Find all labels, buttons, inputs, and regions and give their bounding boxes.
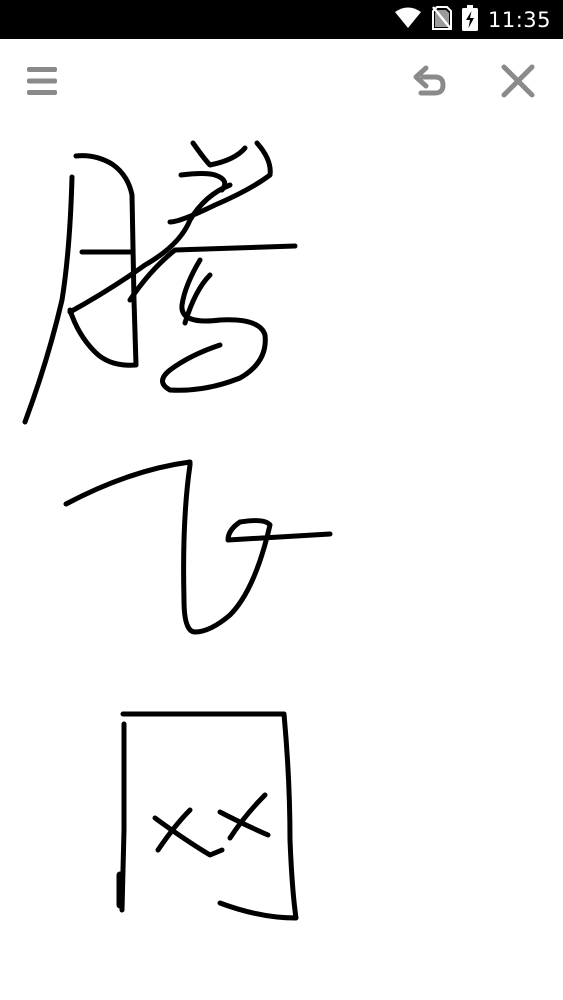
ink-stroke [190,140,248,168]
ink-stroke [120,711,299,921]
ink-stroke [167,140,273,225]
ink-stroke [22,174,75,425]
ink-stroke [160,257,268,393]
ink-stroke [178,171,228,193]
ink-strokes [22,140,333,921]
handwriting-canvas[interactable] [0,127,563,1000]
ink-stroke [127,243,298,303]
ink-stroke [67,153,139,368]
ink-stroke [63,459,333,635]
